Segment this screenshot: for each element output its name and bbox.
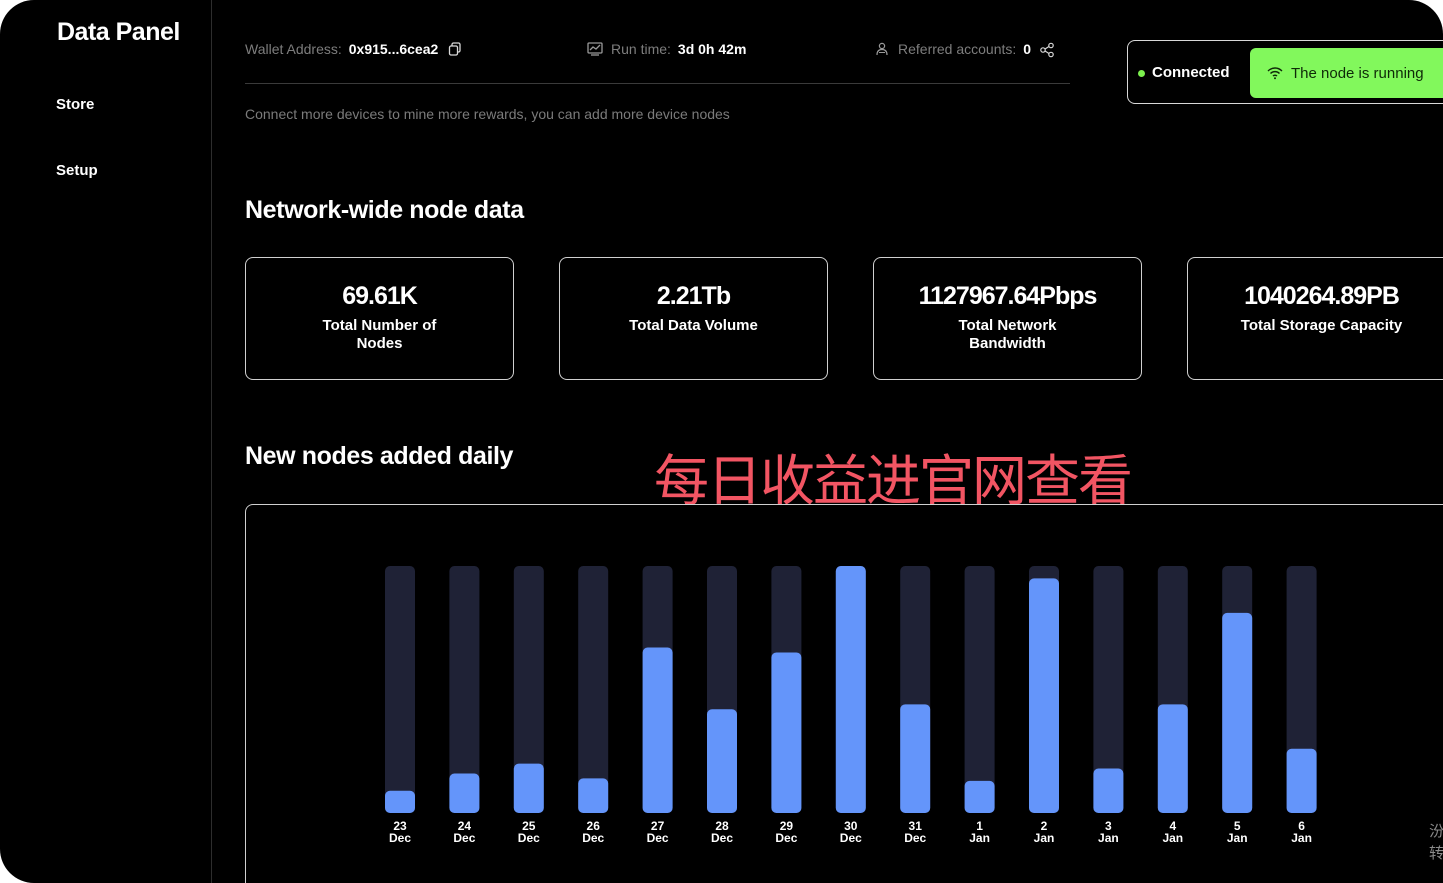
stat-card-nodes: 69.61K Total Number of Nodes [245,257,514,380]
bar-1-Jan [964,780,995,813]
bar-6-Jan [1286,748,1317,813]
bar-24-Dec [449,773,480,813]
copy-icon[interactable] [448,42,462,56]
tick-label-month: Jan [1098,831,1119,845]
node-running-button[interactable]: The node is running [1250,48,1443,98]
stat-card-data-volume: 2.21Tb Total Data Volume [559,257,828,380]
stat-value: 1127967.64Pbps [918,282,1098,310]
bar-chart: 23Dec24Dec25Dec26Dec27Dec28Dec29Dec30Dec… [385,566,1317,845]
tick-label-month: Jan [969,831,990,845]
stat-card-bandwidth: 1127967.64Pbps Total Network Bandwidth [873,257,1142,380]
tick-label-month: Dec [904,831,926,845]
tick-label-month: Dec [840,831,862,845]
bar-track [964,566,995,813]
stat-value: 2.21Tb [656,282,731,310]
stat-label: Total Storage Capacity [1240,317,1403,334]
stat-value: 69.61K [342,282,418,310]
app-window: Data Panel Store Setup Wallet Address: 0… [0,0,1443,883]
stat-label: Total Network Bandwidth [958,317,1057,352]
bar-28-Dec [707,709,737,813]
tick-label-month: Dec [775,831,797,845]
tick-label-month: Jan [1162,831,1183,845]
bar-30-Dec [835,566,866,813]
bar-31-Dec [900,704,931,813]
tick-label-month: Jan [1034,831,1055,845]
bar-26-Dec [578,778,609,813]
connection-status: Connected [1152,64,1230,81]
wallet-address: Wallet Address: 0x915...6cea2 [245,41,462,57]
watermark-text: 汾转 [1429,822,1443,862]
network-section-title: Network-wide node data [245,196,524,224]
sidebar: Data Panel Store Setup [0,0,212,883]
tick-label-month: Dec [518,831,540,845]
bar-27-Dec [642,647,673,813]
wallet-label: Wallet Address: [245,41,342,57]
hint-text: Connect more devices to mine more reward… [245,106,730,122]
run-time: Run time: 3d 0h 42m [587,41,746,57]
tick-label-month: Dec [711,831,733,845]
bar-23-Dec [385,790,415,813]
bar-5-Jan [1222,612,1253,813]
info-bar: Wallet Address: 0x915...6cea2 Run time: … [245,40,1070,84]
bar-2-Jan [1029,578,1059,813]
stat-label: Total Data Volume [629,317,758,334]
runtime-label: Run time: [611,41,671,57]
share-icon[interactable] [1039,42,1054,58]
sidebar-item-setup[interactable]: Setup [56,162,98,179]
bar-3-Jan [1093,768,1124,813]
runtime-value: 3d 0h 42m [677,41,747,57]
bar-track [385,566,415,813]
referred-label: Referred accounts: [898,41,1017,57]
bar-track [578,566,609,813]
tick-label-month: Jan [1291,831,1312,845]
app-title: Data Panel [57,18,180,46]
status-dot [1138,70,1145,77]
node-running-label: The node is running [1291,64,1424,82]
daily-section-title: New nodes added daily [245,442,514,470]
wifi-icon [1267,67,1283,80]
referred-value: 0 [1023,41,1032,57]
sidebar-item-store[interactable]: Store [56,96,94,113]
people-icon [875,42,889,56]
stat-value: 1040264.89PB [1244,282,1400,310]
bar-29-Dec [771,652,802,813]
stat-card-storage: 1040264.89PB Total Storage Capacity [1187,257,1443,380]
tick-label-month: Dec [647,831,669,845]
referred-accounts: Referred accounts: 0 [875,41,1062,58]
daily-nodes-chart: 23 Dec 24 Dec 25 Dec 26 Dec 27 Dec 28 Dec 29 Dec 30 Dec… [245,504,1443,883]
tick-label-month: Dec [389,831,411,845]
wallet-value: 0x915...6cea2 [348,41,439,57]
tick-label-month: Dec [453,831,475,845]
tick-label-month: Jan [1227,831,1248,845]
status-panel: Connected The node is running [1127,40,1443,104]
tick-label-month: Dec [582,831,604,845]
stat-label: Total Number of Nodes [322,317,437,352]
chart-icon [587,42,603,56]
bar-4-Jan [1157,704,1188,813]
bar-25-Dec [513,763,544,813]
